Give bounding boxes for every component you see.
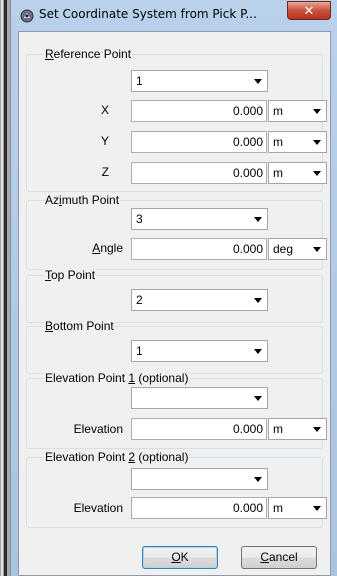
chevron-down-icon — [254, 79, 262, 84]
bottom-point-select[interactable]: 1 — [131, 340, 268, 362]
chevron-down-icon — [313, 109, 321, 114]
z-unit-select[interactable]: m — [268, 162, 327, 184]
elevation-2-unit-select[interactable]: m — [268, 497, 327, 519]
x-label: X — [100, 103, 109, 117]
ok-button[interactable]: OK — [142, 546, 218, 569]
angle-label: Angle — [92, 241, 123, 255]
azimuth-point-title: Azimuth Point — [44, 193, 121, 207]
dialog-body: Reference Point 1 X 0.000 m Y 0.000 m Z … — [18, 31, 331, 576]
reference-point-title: Reference Point — [44, 47, 133, 61]
top-point-select[interactable]: 2 — [131, 289, 268, 311]
elevation-point-1-select[interactable] — [131, 387, 268, 409]
angle-field[interactable]: 0.000 — [131, 238, 267, 260]
y-label: Y — [100, 134, 109, 148]
title-bar[interactable]: Set Coordinate System from Pick P... ✕ — [11, 0, 337, 30]
screen: Set Coordinate System from Pick P... ✕ R… — [0, 0, 337, 576]
elevation-2-label: Elevation — [73, 501, 123, 515]
chevron-down-icon — [254, 217, 262, 222]
azimuth-point-select[interactable]: 3 — [131, 208, 268, 230]
window-title: Set Coordinate System from Pick P... — [39, 7, 257, 21]
elevation-point-2-title: Elevation Point 2 (optional) — [44, 450, 190, 464]
x-unit-select[interactable]: m — [268, 100, 327, 122]
chevron-down-icon — [254, 477, 262, 482]
cancel-button[interactable]: Cancel — [241, 546, 317, 569]
elevation-1-unit-select[interactable]: m — [268, 418, 327, 440]
chevron-down-icon — [254, 349, 262, 354]
close-button[interactable]: ✕ — [287, 1, 331, 20]
chevron-down-icon — [313, 427, 321, 432]
close-icon: ✕ — [303, 3, 315, 18]
chevron-down-icon — [313, 506, 321, 511]
chevron-down-icon — [254, 396, 262, 401]
elevation-point-1-title: Elevation Point 1 (optional) — [44, 371, 190, 385]
chevron-down-icon — [313, 247, 321, 252]
app-icon — [20, 9, 34, 23]
elevation-1-field[interactable]: 0.000 — [131, 418, 267, 440]
z-label: Z — [101, 165, 109, 179]
y-unit-select[interactable]: m — [268, 131, 327, 153]
bottom-point-title: Bottom Point — [44, 319, 115, 333]
elevation-point-2-select[interactable] — [131, 468, 268, 490]
angle-unit-select[interactable]: deg — [268, 238, 327, 260]
dialog-window: Set Coordinate System from Pick P... ✕ R… — [10, 0, 337, 576]
top-point-title: Top Point — [44, 268, 97, 282]
chevron-down-icon — [254, 298, 262, 303]
z-field[interactable]: 0.000 — [131, 162, 267, 184]
reference-point-select[interactable]: 1 — [131, 70, 268, 92]
chevron-down-icon — [313, 140, 321, 145]
y-field[interactable]: 0.000 — [131, 131, 267, 153]
elevation-1-label: Elevation — [73, 422, 123, 436]
chevron-down-icon — [313, 171, 321, 176]
x-field[interactable]: 0.000 — [131, 100, 267, 122]
elevation-2-field[interactable]: 0.000 — [131, 497, 267, 519]
